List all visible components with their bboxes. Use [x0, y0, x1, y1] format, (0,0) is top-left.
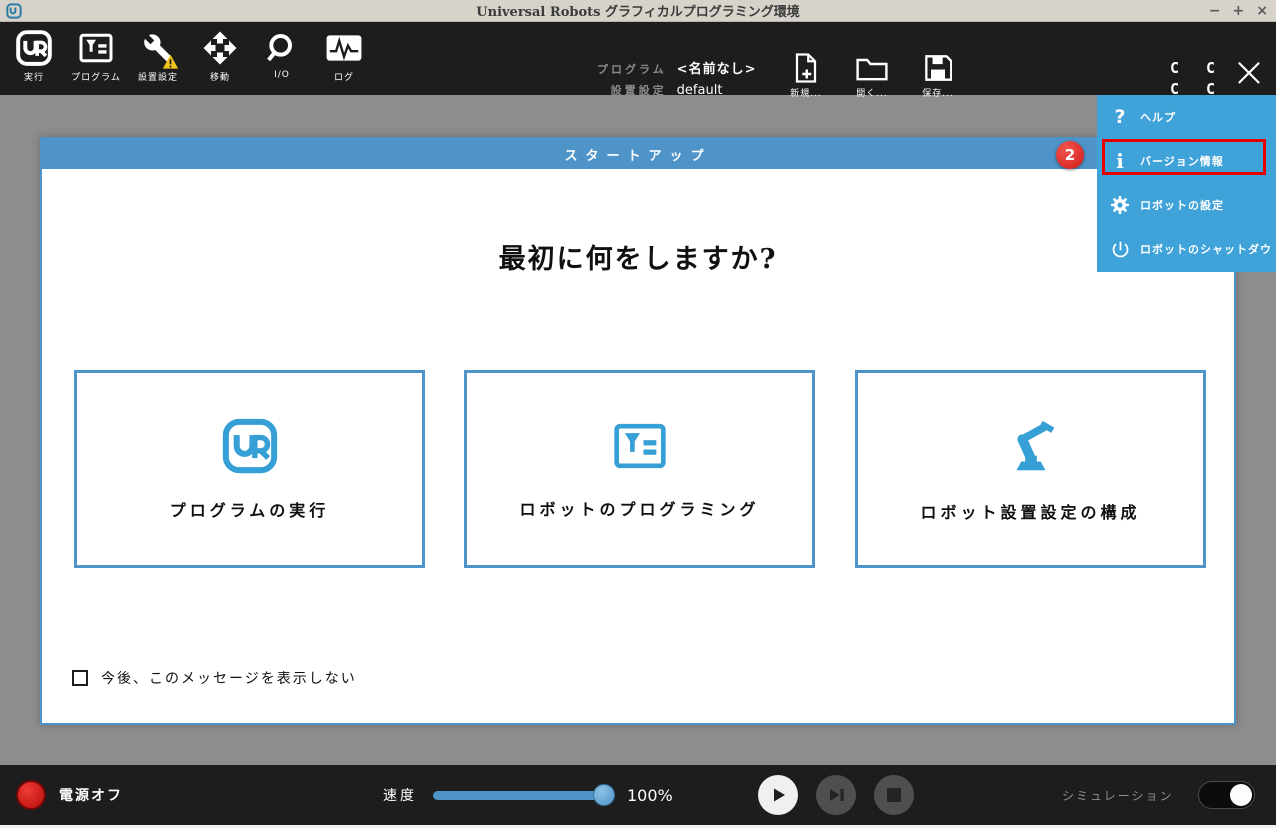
stop-icon: [886, 787, 902, 803]
robot-arm-icon: [1000, 415, 1062, 477]
move-arrows-icon: [202, 28, 238, 68]
titlebar: Universal Robots グラフィカルプログラミング環境 − + ×: [0, 0, 1276, 22]
tab-label: 設置設定: [138, 70, 178, 83]
power-indicator-icon: [16, 780, 46, 810]
speed-slider[interactable]: [433, 791, 611, 800]
program-label: プログラム: [597, 61, 667, 77]
tab-installation[interactable]: 設置設定: [132, 28, 184, 83]
maximize-button[interactable]: +: [1233, 0, 1245, 22]
help-icon: ?: [1109, 106, 1131, 128]
tab-log[interactable]: ログ: [318, 28, 370, 83]
open-button[interactable]: 開く...: [846, 53, 898, 99]
tab-run[interactable]: 実行: [8, 28, 60, 83]
checkbox-label: 今後、このメッセージを表示しない: [101, 668, 357, 688]
clock-line: C C: [1170, 58, 1224, 79]
tab-label: プログラム: [71, 70, 121, 83]
step-icon: [826, 785, 846, 805]
toolbar-tabs: 実行 プログラム: [8, 28, 370, 83]
gear-icon: [1109, 194, 1131, 216]
minimize-button[interactable]: −: [1209, 0, 1221, 22]
file-button-label: 保存...: [922, 86, 954, 99]
warning-icon: [162, 54, 179, 70]
io-magnifier-icon: [266, 28, 298, 68]
file-button-label: 新規...: [790, 86, 822, 99]
power-status-label: 電源オフ: [59, 785, 123, 805]
step-button[interactable]: [816, 775, 856, 815]
power-icon: [1109, 238, 1131, 260]
tab-program[interactable]: プログラム: [70, 28, 122, 83]
play-icon: [768, 785, 788, 805]
menu-item-label: バージョン情報: [1140, 153, 1224, 169]
new-button[interactable]: 新規...: [780, 53, 832, 99]
power-status-button[interactable]: 電源オフ: [16, 765, 123, 825]
menu-item-shutdown-robot[interactable]: ロボットのシャットダウ: [1097, 227, 1276, 271]
simulation-control: シミュレーション: [1062, 765, 1255, 825]
toggle-knob: [1230, 784, 1252, 806]
window-close-button[interactable]: ×: [1256, 0, 1268, 22]
app-logo-icon: [6, 3, 22, 19]
main-toolbar: 実行 プログラム: [0, 22, 1276, 95]
menu-item-about-version[interactable]: i バージョン情報: [1097, 139, 1276, 183]
ur-logo-icon: [15, 28, 53, 68]
stop-button[interactable]: [874, 775, 914, 815]
footer-bar: 電源オフ 速度 100% シミュレーション: [0, 765, 1276, 825]
card-run-program[interactable]: プログラムの実行: [74, 370, 425, 568]
info-icon: i: [1109, 150, 1131, 172]
startup-panel: スタートアップ 最初に何をしますか? プログラムの実行 ロボットのプログラミング: [40, 137, 1236, 725]
log-waveform-icon: [325, 28, 363, 68]
card-label: ロボット設置設定の構成: [920, 499, 1140, 523]
window-controls: − + ×: [1209, 0, 1268, 22]
ur-logo-icon: [221, 417, 279, 475]
card-configure-installation[interactable]: ロボット設置設定の構成: [855, 370, 1206, 568]
installation-name-value: default: [677, 83, 757, 98]
step-annotation-badge: 2: [1056, 141, 1084, 169]
menu-item-robot-setup[interactable]: ロボットの設定: [1097, 183, 1276, 227]
play-button[interactable]: [758, 775, 798, 815]
program-info: プログラム <名前なし> 設置設定 default: [597, 58, 756, 98]
clock-display: C C C C: [1170, 58, 1224, 100]
card-label: プログラムの実行: [170, 497, 330, 521]
file-buttons: 新規... 開く... 保存...: [780, 53, 964, 99]
dont-show-again-row: 今後、このメッセージを表示しない: [72, 668, 357, 688]
installation-label: 設置設定: [597, 82, 667, 98]
speed-control: 速度 100%: [383, 765, 673, 825]
program-icon: [78, 28, 114, 68]
hamburger-dropdown-menu: ? ヘルプ i バージョン情報 ロボットの設定: [1097, 95, 1276, 272]
transport-controls: [758, 775, 914, 815]
program-icon: [612, 418, 668, 474]
menu-item-label: ヘルプ: [1140, 109, 1176, 125]
speed-label: 速度: [383, 785, 417, 805]
speed-slider-handle[interactable]: [593, 784, 615, 806]
tab-label: 移動: [210, 70, 230, 83]
tab-label: ログ: [334, 70, 354, 83]
installation-wrench-icon: [143, 28, 173, 68]
tab-move[interactable]: 移動: [194, 28, 246, 83]
card-label: ロボットのプログラミング: [519, 496, 759, 520]
simulation-toggle[interactable]: [1198, 781, 1255, 809]
program-name-value: <名前なし>: [677, 58, 757, 77]
menu-item-label: ロボットのシャットダウ: [1140, 241, 1272, 257]
tab-label: 実行: [24, 70, 44, 83]
save-icon: [924, 53, 952, 83]
tab-label: I/O: [274, 70, 290, 80]
dont-show-again-checkbox[interactable]: [72, 670, 88, 686]
card-program-robot[interactable]: ロボットのプログラミング: [464, 370, 815, 568]
simulation-label: シミュレーション: [1062, 787, 1174, 804]
startup-question: 最初に何をしますか?: [42, 237, 1234, 276]
window-title: Universal Robots グラフィカルプログラミング環境: [476, 1, 799, 20]
file-button-label: 開く...: [856, 86, 888, 99]
save-button[interactable]: 保存...: [912, 53, 964, 99]
tab-io[interactable]: I/O: [256, 28, 308, 83]
menu-item-label: ロボットの設定: [1140, 197, 1224, 213]
new-file-icon: [794, 53, 818, 83]
app-close-button[interactable]: ×: [1226, 47, 1272, 95]
menu-item-help[interactable]: ? ヘルプ: [1097, 95, 1276, 139]
speed-value: 100%: [627, 786, 673, 805]
open-folder-icon: [856, 53, 888, 83]
